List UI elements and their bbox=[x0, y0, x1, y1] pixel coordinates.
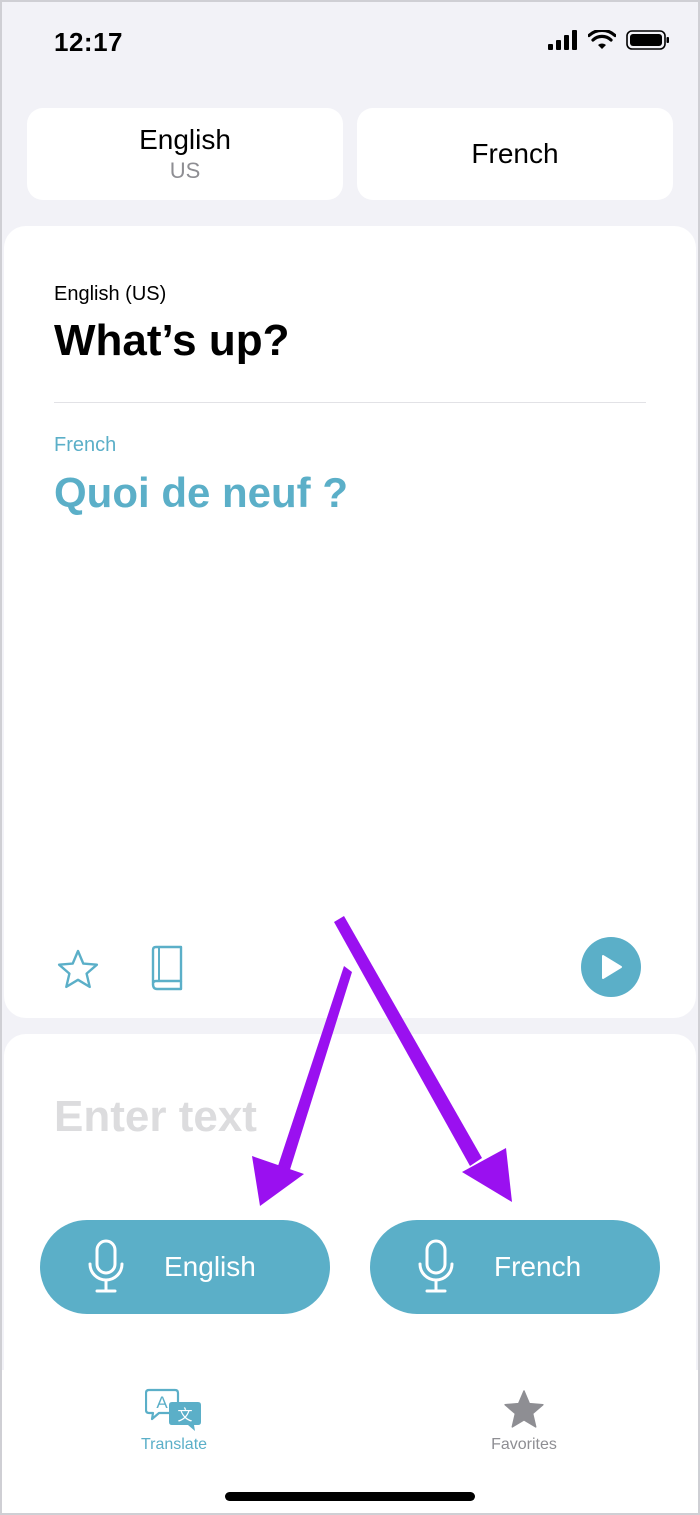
translated-text[interactable]: Quoi de neuf ? bbox=[54, 469, 348, 517]
translation-card: English (US) What’s up? French Quoi de n… bbox=[4, 226, 696, 1018]
mic-button-english[interactable]: English bbox=[40, 1220, 330, 1314]
play-button[interactable] bbox=[581, 937, 641, 997]
status-bar: 12:17 bbox=[0, 0, 700, 90]
mic-button-label: French bbox=[494, 1251, 582, 1282]
source-text[interactable]: What’s up? bbox=[54, 316, 289, 366]
source-language-name: English bbox=[139, 124, 231, 155]
tab-translate[interactable]: A 文 Translate bbox=[124, 1388, 224, 1454]
target-language-name: French bbox=[471, 138, 559, 169]
mic-button-french[interactable]: French bbox=[370, 1220, 660, 1314]
target-language-button[interactable]: French bbox=[357, 108, 673, 200]
source-language-region: US bbox=[169, 158, 201, 183]
signal-icon bbox=[548, 30, 577, 50]
book-icon bbox=[151, 945, 183, 991]
mic-button-label: English bbox=[164, 1251, 256, 1282]
enter-text-input[interactable]: Enter text bbox=[54, 1092, 257, 1142]
translate-icon: A 文 bbox=[145, 1388, 201, 1431]
svg-text:A: A bbox=[156, 1393, 168, 1412]
star-filled-icon bbox=[504, 1390, 544, 1428]
favorite-button[interactable] bbox=[56, 948, 100, 992]
source-language-button[interactable]: English US bbox=[27, 108, 343, 200]
svg-text:文: 文 bbox=[177, 1406, 192, 1424]
battery-icon bbox=[626, 30, 669, 50]
home-indicator bbox=[225, 1492, 475, 1501]
status-time: 12:17 bbox=[54, 27, 123, 57]
tab-label: Translate bbox=[140, 1436, 208, 1453]
star-icon bbox=[57, 949, 99, 989]
dictionary-button[interactable] bbox=[146, 944, 186, 992]
target-language-label: French bbox=[54, 434, 117, 456]
microphone-icon bbox=[86, 1239, 126, 1295]
divider bbox=[54, 402, 646, 403]
source-language-label: English (US) bbox=[54, 283, 167, 305]
tab-favorites[interactable]: Favorites bbox=[474, 1388, 574, 1454]
tab-label: Favorites bbox=[491, 1436, 557, 1453]
microphone-icon bbox=[416, 1239, 456, 1295]
status-icons bbox=[548, 30, 670, 50]
wifi-icon bbox=[588, 30, 616, 49]
play-icon bbox=[602, 955, 622, 979]
